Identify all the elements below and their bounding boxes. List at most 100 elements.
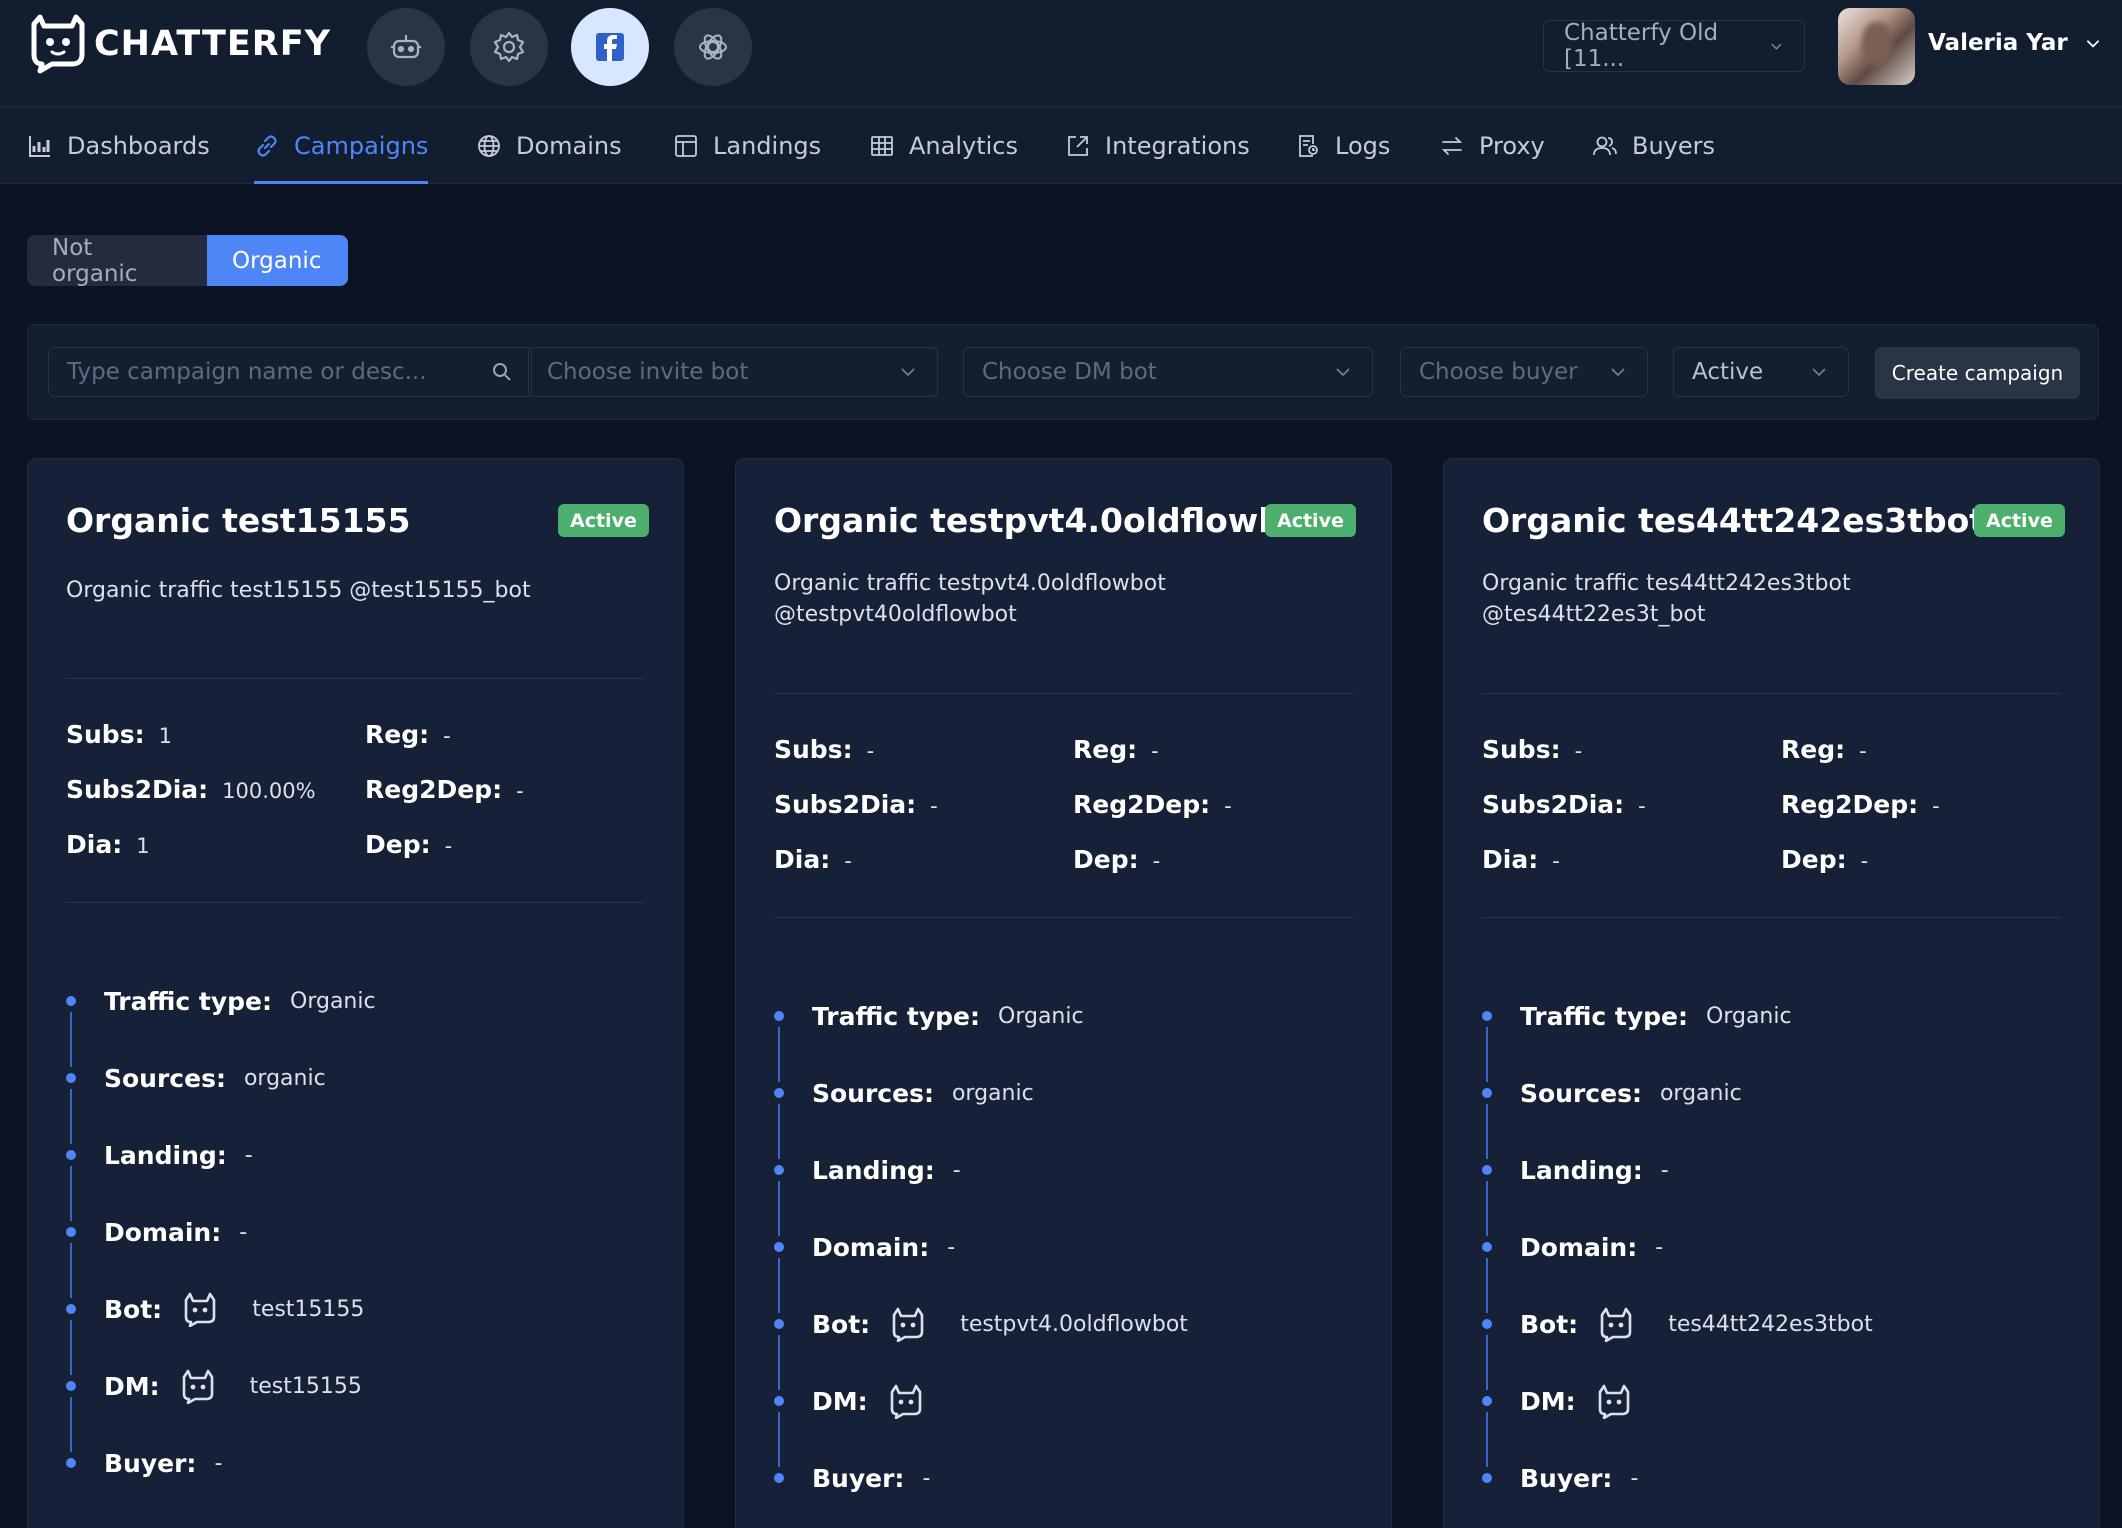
dm-bot-select[interactable]: Choose DM bot	[963, 347, 1373, 397]
workspace-select[interactable]: Chatterfy Old [11...	[1543, 20, 1805, 72]
nav-item-dashboards[interactable]: Dashboards	[27, 107, 210, 184]
stat-dia: Dia: 1	[66, 830, 150, 859]
detail-traffic-type: Traffic type: Organic	[812, 998, 1084, 1034]
openai-button[interactable]	[674, 8, 752, 86]
timeline-dot	[1482, 1165, 1492, 1175]
stat-label: Subs2Dia:	[1482, 790, 1625, 819]
chevron-down-icon	[901, 368, 915, 377]
user-menu[interactable]: Valeria Yar	[1928, 30, 2102, 56]
stat-value: 100.00%	[222, 779, 316, 803]
detail-label: Sources:	[812, 1078, 934, 1108]
stat-dep: Dep: -	[365, 830, 452, 859]
chevron-down-icon	[1771, 43, 1782, 50]
stat-value: -	[844, 849, 852, 873]
detail-label: Sources:	[104, 1063, 226, 1093]
layout-icon	[675, 134, 697, 157]
detail-sources: Sources: organic	[104, 1060, 326, 1096]
detail-landing: Landing: -	[812, 1152, 961, 1188]
logo[interactable]: CHATTERFY	[26, 14, 331, 74]
detail-value: test15155	[252, 1296, 365, 1322]
stat-reg: Reg: -	[1781, 735, 1867, 764]
nav-label: Logs	[1335, 131, 1391, 160]
stat-label: Dia:	[66, 830, 123, 859]
detail-domain: Domain: -	[812, 1229, 955, 1265]
detail-label: Sources:	[1520, 1078, 1642, 1108]
chevron-down-icon	[1336, 368, 1350, 377]
timeline-dot	[66, 1150, 76, 1160]
stat-subs2dia: Subs2Dia: -	[774, 790, 938, 819]
nav-label: Landings	[713, 131, 822, 160]
description-line: Organic traffic testpvt4.0oldflowbot	[774, 571, 1166, 596]
stat-value: -	[1859, 739, 1867, 763]
stat-label: Subs:	[1482, 735, 1561, 764]
robot-icon	[391, 35, 421, 59]
stat-label: Dia:	[774, 845, 831, 874]
not-organic-tab[interactable]: Not organic	[27, 235, 207, 286]
stat-dia: Dia: -	[1482, 845, 1560, 874]
timeline-dot	[1482, 1242, 1492, 1252]
filters-bar: Type campaign name or desc... Choose inv…	[27, 324, 2099, 420]
stat-dia: Dia: -	[774, 845, 852, 874]
nav-item-campaigns[interactable]: Campaigns	[254, 107, 429, 184]
top-bar: CHATTERFY Chatterfy Old [11... Valeria Y…	[0, 0, 2122, 107]
stat-value: -	[516, 779, 524, 803]
detail-value: -	[922, 1465, 931, 1491]
detail-label: Bot:	[104, 1294, 163, 1324]
detail-label: Buyer:	[812, 1463, 905, 1493]
timeline-dot	[66, 1381, 76, 1391]
campaign-card[interactable]: Organic testpvt4.0oldflowbot Active Orga…	[735, 458, 1392, 1528]
bots-button[interactable]	[367, 8, 445, 86]
detail-value: -	[214, 1450, 223, 1476]
detail-label: Domain:	[1520, 1232, 1638, 1262]
status-select[interactable]: Active	[1673, 347, 1849, 397]
bot-avatar-icon	[182, 1369, 213, 1404]
search-placeholder: Type campaign name or desc...	[67, 359, 427, 385]
stat-subs2dia: Subs2Dia: -	[1482, 790, 1646, 819]
stat-dep: Dep: -	[1073, 845, 1160, 874]
stat-value: -	[866, 739, 875, 763]
detail-bot: Bot: tes44tt242es3tbot	[1520, 1306, 1873, 1342]
avatar[interactable]	[1838, 8, 1915, 85]
detail-domain: Domain: -	[1520, 1229, 1663, 1265]
detail-value: Organic	[1706, 1003, 1792, 1029]
detail-value: -	[947, 1234, 956, 1260]
nav-item-proxy[interactable]: Proxy	[1439, 107, 1545, 184]
organic-tab[interactable]: Organic	[207, 235, 348, 286]
nav-item-analytics[interactable]: Analytics	[869, 107, 1018, 184]
stat-label: Dep:	[365, 830, 431, 859]
dm-bot-placeholder: Choose DM bot	[982, 359, 1157, 385]
chevron-down-icon	[1812, 368, 1826, 377]
timeline-dot	[1482, 1396, 1492, 1406]
detail-label: Landing:	[1520, 1155, 1643, 1185]
create-campaign-button[interactable]: Create campaign	[1875, 347, 2080, 399]
campaign-card[interactable]: Organic test15155 Active Organic traffic…	[27, 458, 684, 1528]
nav-item-buyers[interactable]: Buyers	[1592, 107, 1715, 184]
stat-label: Reg2Dep:	[1781, 790, 1919, 819]
bot-avatar-icon	[890, 1384, 921, 1419]
stat-value: -	[1152, 849, 1161, 873]
settings-button[interactable]	[470, 8, 548, 86]
facebook-button[interactable]	[571, 8, 649, 86]
nav-label: Integrations	[1105, 131, 1250, 160]
campaign-title: Organic test15155	[66, 501, 411, 540]
workspace-label: Chatterfy Old [11...	[1564, 20, 1719, 72]
detail-value: organic	[951, 1080, 1034, 1106]
campaign-card[interactable]: Organic tes44tt242es3tbot Active Organic…	[1443, 458, 2100, 1528]
stat-label: Subs:	[66, 720, 145, 749]
detail-label: Traffic type:	[104, 986, 273, 1016]
detail-domain: Domain: -	[104, 1214, 247, 1250]
nav-item-logs[interactable]: Logs	[1295, 107, 1390, 184]
detail-value: test15155	[249, 1373, 362, 1399]
nav-item-domains[interactable]: Domains	[476, 107, 622, 184]
description-line: Organic traffic tes44tt242es3tbot	[1482, 571, 1851, 596]
nav-item-landings[interactable]: Landings	[673, 107, 821, 184]
invite-bot-select[interactable]: Choose invite bot	[528, 347, 938, 397]
nav-item-integrations[interactable]: Integrations	[1065, 107, 1250, 184]
stat-value: -	[1151, 739, 1159, 763]
detail-label: Traffic type:	[812, 1001, 981, 1031]
timeline-dot	[66, 1304, 76, 1314]
timeline-dot	[1482, 1319, 1492, 1329]
bot-avatar-icon	[184, 1292, 216, 1327]
buyer-select[interactable]: Choose buyer	[1400, 347, 1648, 397]
search-input[interactable]: Type campaign name or desc...	[48, 347, 532, 397]
